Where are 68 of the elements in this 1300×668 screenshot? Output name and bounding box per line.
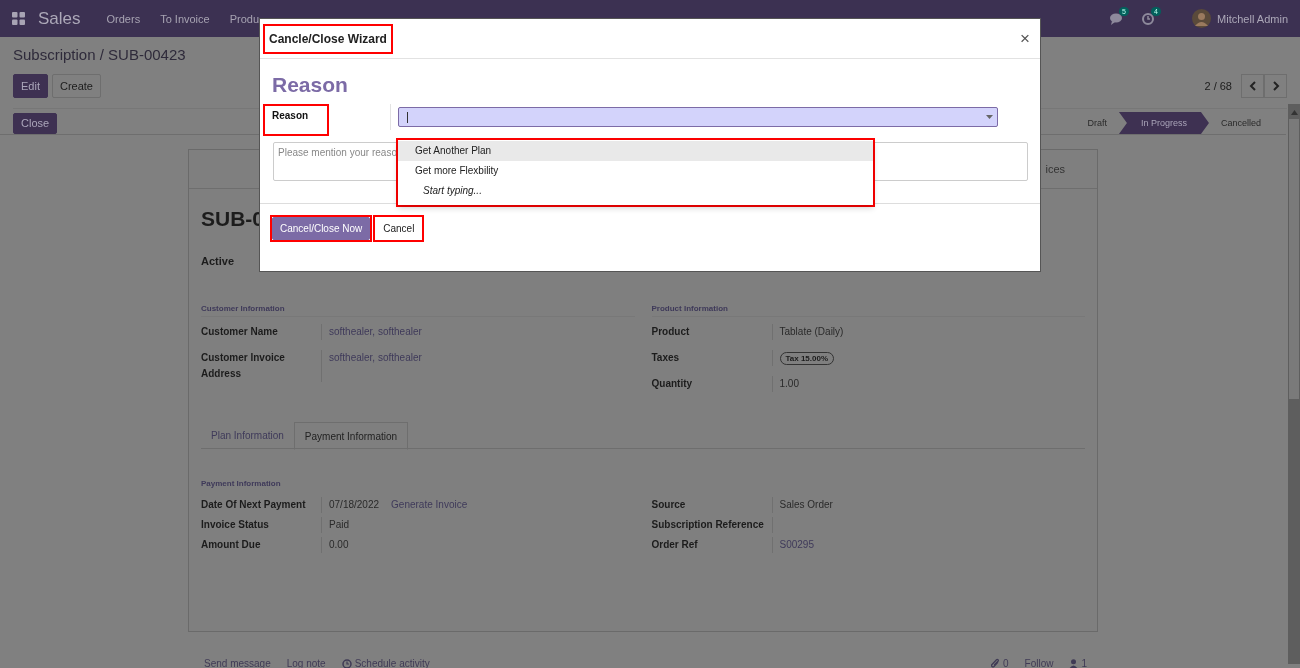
field-label: Order Ref [651, 538, 699, 552]
chat-icon[interactable] [1110, 12, 1125, 25]
clock-icon [341, 658, 352, 668]
next-button[interactable] [1264, 74, 1287, 98]
dialog-heading: Reason [272, 73, 349, 98]
user-name[interactable]: Mitchell Admin [1217, 12, 1288, 25]
field-label: Date Of Next Payment [201, 498, 307, 512]
dropdown-hint: Start typing... [422, 184, 483, 198]
field-label: Amount Due [201, 538, 262, 552]
field-value: Tablate (Daily) [779, 325, 844, 339]
apps-menu-icon[interactable] [12, 12, 25, 25]
dropdown-option[interactable]: Get Another Plan [398, 141, 873, 161]
field-label: Product [651, 325, 691, 339]
follow-link[interactable]: Follow [1024, 658, 1054, 668]
tab[interactable]: Payment Information [293, 422, 409, 450]
person-icon[interactable] [1069, 658, 1079, 668]
close-button[interactable]: × [1020, 28, 1030, 49]
reason-dropdown[interactable] [398, 107, 998, 127]
generate-invoice-link[interactable]: Generate Invoice [391, 497, 468, 513]
attachment-count[interactable]: 0 [1002, 658, 1009, 668]
dropdown-option[interactable]: Get more Flexbility [398, 161, 873, 181]
status-stage[interactable]: Cancelled [1208, 112, 1273, 134]
close-button[interactable]: Close [13, 112, 58, 134]
confirm-button[interactable]: Cancel/Close Now [272, 217, 371, 240]
field-label: Invoice Status [201, 518, 270, 532]
smart-button[interactable]: ices [1045, 163, 1065, 175]
previous-button[interactable] [1241, 74, 1264, 98]
section-heading: Product Information [651, 304, 1085, 317]
caret-icon [986, 115, 993, 119]
avatar-icon[interactable] [1192, 9, 1212, 28]
field-value: Paid [329, 518, 349, 532]
follower-count[interactable]: 1 [1081, 658, 1087, 668]
field-label: Active [201, 255, 235, 269]
field-label: Quantity [651, 377, 694, 391]
clock-icon[interactable] [1142, 12, 1155, 25]
field-label: Subscription Reference [651, 518, 765, 532]
chevron-left-icon [1248, 81, 1257, 91]
field-value: 0.00 [329, 538, 349, 552]
field-value: 07/18/2022 [329, 498, 380, 512]
status-stage[interactable]: Draft [1075, 112, 1119, 134]
paperclip-icon[interactable] [990, 658, 1000, 668]
field-value: 1.00 [779, 377, 799, 391]
field-label: Reason [271, 109, 309, 121]
dialog-title: Cancle/Close Wizard [268, 30, 388, 48]
field-link[interactable]: softhealer, softhealer [329, 350, 422, 366]
field-label: Customer Invoice Address [201, 351, 286, 381]
menu-item[interactable]: Produ [229, 12, 260, 25]
section-heading: Customer Information [201, 304, 635, 317]
field-value: Sales Order [779, 498, 833, 512]
up-arrow-icon[interactable] [1290, 110, 1298, 115]
pager-value: 2 / 68 [1204, 80, 1232, 92]
chevron-right-icon [1271, 81, 1280, 91]
field-link[interactable]: S00295 [779, 537, 814, 553]
status-stage[interactable]: In Progress [1118, 112, 1209, 134]
placeholder-text: Please mention your reaso [278, 147, 397, 158]
field-link[interactable]: softhealer, softhealer [329, 324, 422, 340]
tab[interactable]: Plan Information [201, 422, 294, 448]
menu-item[interactable]: To Invoice [160, 12, 210, 25]
field-label: Customer Name [201, 325, 279, 339]
scrollbar[interactable] [1288, 104, 1300, 664]
field-label: Taxes [651, 351, 681, 365]
edit-button[interactable]: Edit [13, 74, 48, 98]
menu-item[interactable]: Orders [106, 12, 141, 25]
field-label: Source [651, 498, 687, 512]
breadcrumb: Subscription / SUB-00423 [13, 46, 187, 64]
create-button[interactable]: Create [51, 74, 101, 98]
app-name[interactable]: Sales [38, 8, 81, 29]
section-heading: Payment Information [201, 479, 282, 490]
